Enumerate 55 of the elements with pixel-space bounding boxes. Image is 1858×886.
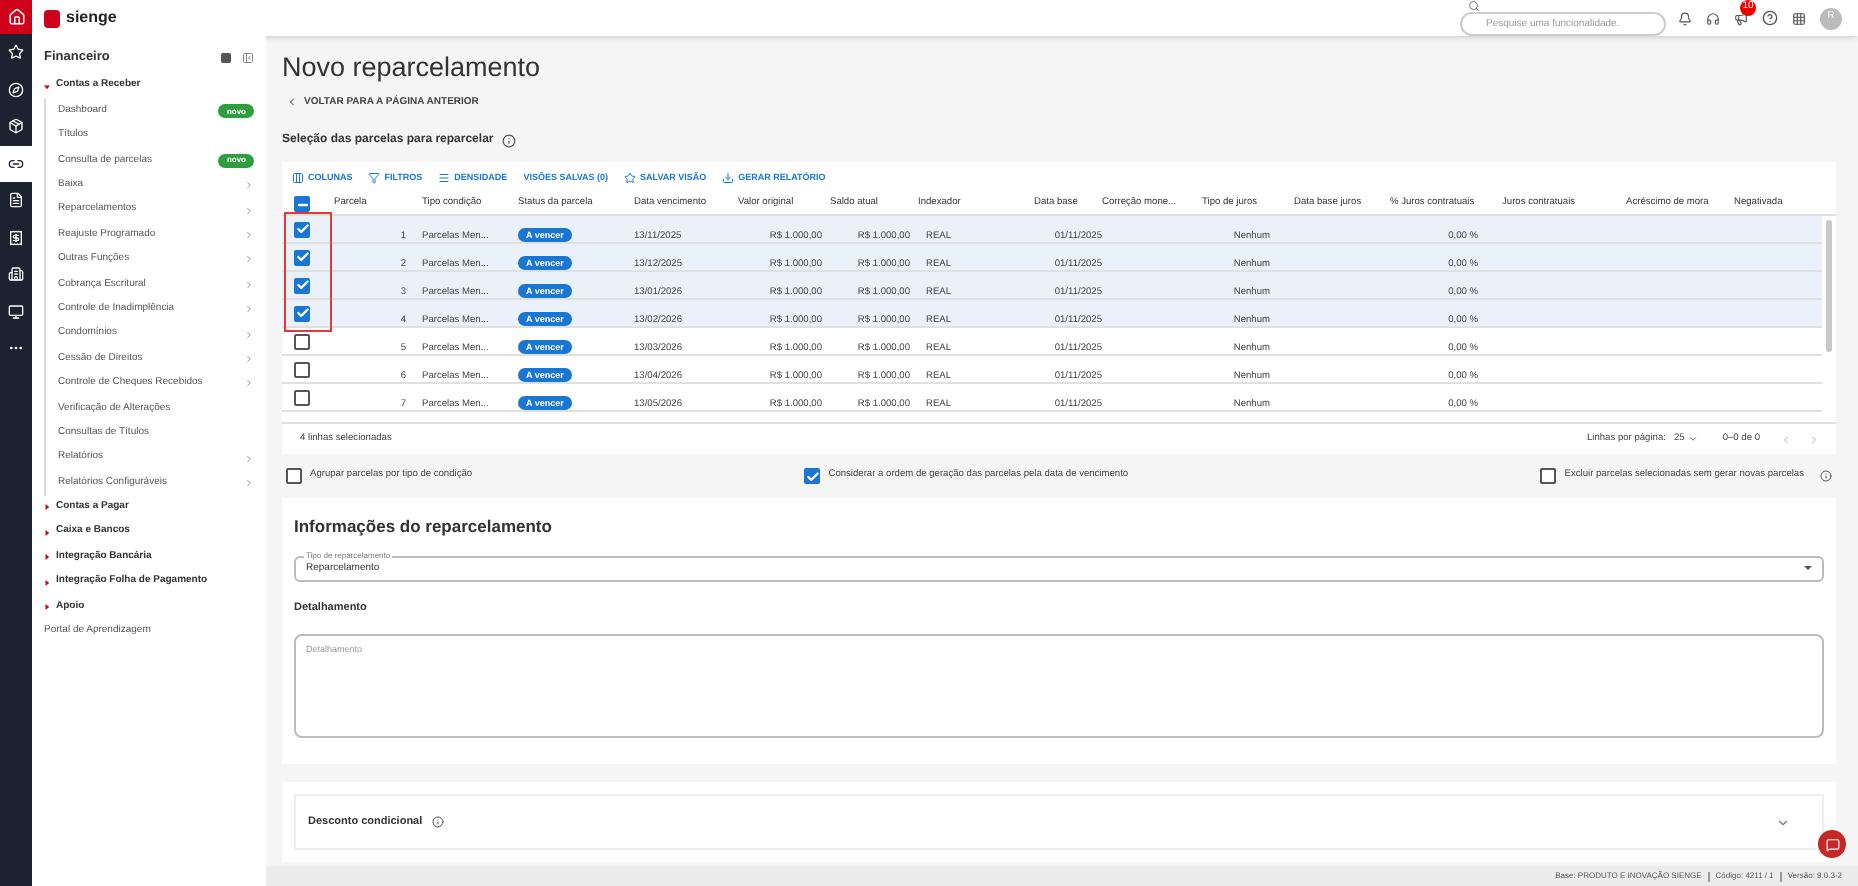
- home-button[interactable]: [0, 0, 32, 34]
- headset-icon[interactable]: [1706, 11, 1720, 25]
- download-icon: [722, 172, 735, 184]
- density-icon: [438, 172, 451, 184]
- row-checkbox[interactable]: [294, 389, 310, 405]
- chat-icon: [1825, 837, 1839, 851]
- row-checkbox[interactable]: [294, 361, 310, 377]
- row-checkbox[interactable]: [294, 333, 310, 349]
- search-icon: [1468, 0, 1480, 12]
- monitor-icon: [8, 303, 24, 320]
- home-icon: [7, 8, 25, 26]
- caret-icon: [1688, 434, 1699, 444]
- chat-button[interactable]: [1818, 830, 1846, 858]
- package-icon: [8, 118, 24, 135]
- chevron-left-icon: [286, 96, 298, 109]
- collapse-icon[interactable]: [242, 52, 254, 64]
- filter-icon: [368, 172, 381, 184]
- chevron-right-icon: [244, 329, 254, 340]
- info-icon: [432, 816, 445, 828]
- highlight-frame: [284, 212, 332, 332]
- document-icon: [8, 192, 24, 209]
- caret-icon: [1804, 566, 1812, 571]
- link-icon: [8, 155, 24, 172]
- megaphone-icon[interactable]: [1734, 11, 1748, 25]
- panel-icon[interactable]: [220, 52, 232, 64]
- bell-icon[interactable]: [1678, 11, 1692, 25]
- chevron-right-icon: [244, 304, 254, 315]
- scrollbar[interactable]: [1826, 220, 1832, 352]
- logo-icon: [44, 9, 60, 27]
- receipt-icon: [8, 229, 24, 246]
- star-icon: [8, 44, 24, 61]
- chevron-right-icon: [244, 279, 254, 290]
- info-icon: [1820, 470, 1832, 482]
- chevron-right-icon: [244, 378, 254, 389]
- apps-icon[interactable]: [1792, 11, 1806, 25]
- option-checkbox[interactable]: [1540, 468, 1557, 484]
- columns-icon: [292, 172, 304, 184]
- chevron-right-icon: [244, 230, 254, 241]
- compass-icon: [8, 81, 24, 98]
- chevron-right-icon: [244, 254, 254, 265]
- help-icon[interactable]: [1762, 10, 1778, 26]
- chevron-right-icon: [244, 477, 254, 488]
- building-icon: [8, 266, 24, 283]
- chevron-right-icon: [244, 205, 254, 216]
- star-icon: [624, 172, 637, 184]
- select-all-checkbox[interactable]: [294, 196, 310, 212]
- option-checkbox[interactable]: [286, 468, 302, 484]
- card-title: Informações do reparcelamento: [294, 514, 554, 540]
- info-icon: [501, 134, 516, 148]
- chevron-right-icon: [244, 353, 254, 364]
- chevron-down-icon: [1776, 815, 1790, 829]
- chevron-right-icon: [244, 180, 254, 191]
- chevron-right-icon: [244, 453, 254, 464]
- page-title: Novo reparcelamento: [282, 54, 543, 81]
- brand-name: sienge: [66, 6, 117, 30]
